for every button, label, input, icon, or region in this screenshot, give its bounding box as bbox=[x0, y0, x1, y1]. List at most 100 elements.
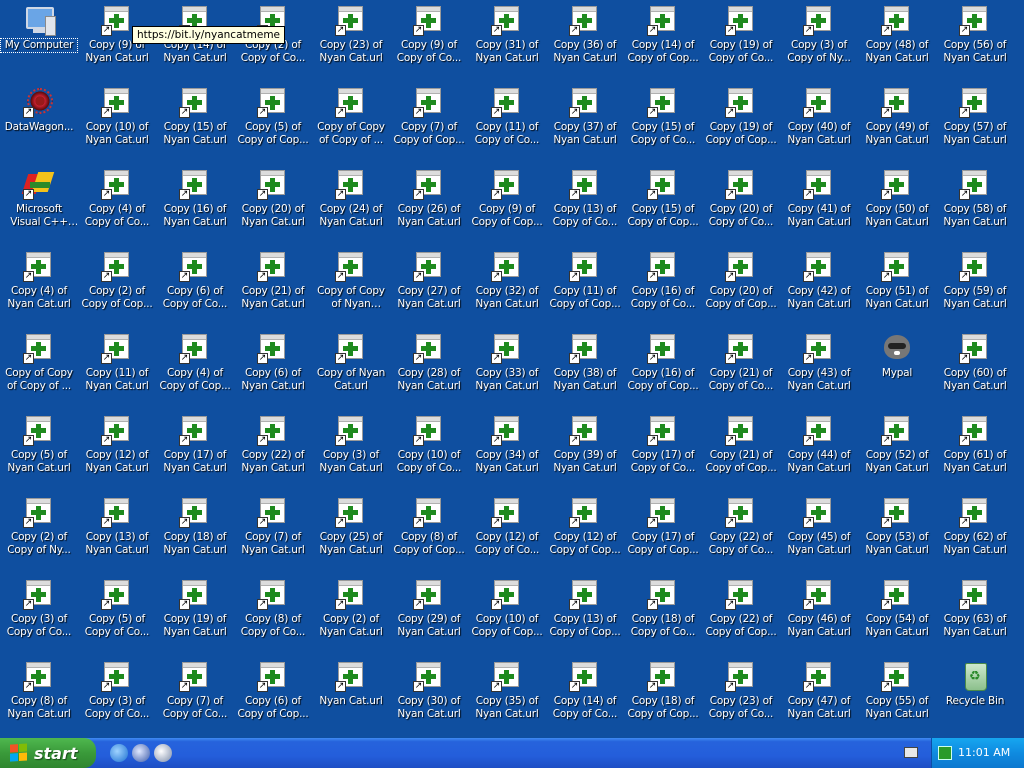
desktop-icon-copy-14-of-copy-of-co[interactable]: ↗ Copy (14) of Copy of Co... bbox=[546, 656, 624, 736]
desktop-icon-copy-31-of-nyan-cat-url[interactable]: ↗ Copy (31) of Nyan Cat.url bbox=[468, 0, 546, 80]
desktop-icon-copy-3-of-nyan-cat-url[interactable]: ↗ Copy (3) of Nyan Cat.url bbox=[312, 410, 390, 490]
desktop-icon-copy-52-of-nyan-cat-url[interactable]: ↗ Copy (52) of Nyan Cat.url bbox=[858, 410, 936, 490]
desktop-icon-copy-49-of-nyan-cat-url[interactable]: ↗ Copy (49) of Nyan Cat.url bbox=[858, 82, 936, 162]
desktop-icon-copy-7-of-copy-of-cop[interactable]: ↗ Copy (7) of Copy of Cop... bbox=[390, 82, 468, 162]
desktop-icon-copy-39-of-nyan-cat-url[interactable]: ↗ Copy (39) of Nyan Cat.url bbox=[546, 410, 624, 490]
desktop-icon-copy-6-of-copy-of-co[interactable]: ↗ Copy (6) of Copy of Co... bbox=[156, 246, 234, 326]
desktop-icon-copy-29-of-nyan-cat-url[interactable]: ↗ Copy (29) of Nyan Cat.url bbox=[390, 574, 468, 654]
desktop-icon-copy-19-of-nyan-cat-url[interactable]: ↗ Copy (19) of Nyan Cat.url bbox=[156, 574, 234, 654]
internet-explorer-icon[interactable] bbox=[110, 744, 128, 762]
desktop-icon-copy-3-of-copy-of-co[interactable]: ↗ Copy (3) of Copy of Co... bbox=[0, 574, 78, 654]
desktop-icon-copy-18-of-copy-of-cop[interactable]: ↗ Copy (18) of Copy of Cop... bbox=[624, 656, 702, 736]
desktop-icon-copy-36-of-nyan-cat-url[interactable]: ↗ Copy (36) of Nyan Cat.url bbox=[546, 0, 624, 80]
desktop-icon-copy-24-of-nyan-cat-url[interactable]: ↗ Copy (24) of Nyan Cat.url bbox=[312, 164, 390, 244]
desktop-icon-copy-4-of-copy-of-co[interactable]: ↗ Copy (4) of Copy of Co... bbox=[78, 164, 156, 244]
desktop-icon-copy-21-of-copy-of-co[interactable]: ↗ Copy (21) of Copy of Co... bbox=[702, 328, 780, 408]
desktop-icon-copy-13-of-nyan-cat-url[interactable]: ↗ Copy (13) of Nyan Cat.url bbox=[78, 492, 156, 572]
desktop-icon-copy-41-of-nyan-cat-url[interactable]: ↗ Copy (41) of Nyan Cat.url bbox=[780, 164, 858, 244]
desktop-icon-copy-30-of-nyan-cat-url[interactable]: ↗ Copy (30) of Nyan Cat.url bbox=[390, 656, 468, 736]
desktop-icon-copy-51-of-nyan-cat-url[interactable]: ↗ Copy (51) of Nyan Cat.url bbox=[858, 246, 936, 326]
desktop-icon-copy-22-of-copy-of-cop[interactable]: ↗ Copy (22) of Copy of Cop... bbox=[702, 574, 780, 654]
desktop-icon-copy-15-of-copy-of-cop[interactable]: ↗ Copy (15) of Copy of Cop... bbox=[624, 164, 702, 244]
desktop-icon-copy-59-of-nyan-cat-url[interactable]: ↗ Copy (59) of Nyan Cat.url bbox=[936, 246, 1014, 326]
desktop-icon-copy-15-of-nyan-cat-url[interactable]: ↗ Copy (15) of Nyan Cat.url bbox=[156, 82, 234, 162]
desktop-icon-copy-5-of-nyan-cat-url[interactable]: ↗ Copy (5) of Nyan Cat.url bbox=[0, 410, 78, 490]
desktop-icon-microsoft-visual-c-6-0[interactable]: ↗ Microsoft Visual C++ 6.0 bbox=[0, 164, 78, 244]
desktop-icon-copy-58-of-nyan-cat-url[interactable]: ↗ Copy (58) of Nyan Cat.url bbox=[936, 164, 1014, 244]
desktop-icon-copy-62-of-nyan-cat-url[interactable]: ↗ Copy (62) of Nyan Cat.url bbox=[936, 492, 1014, 572]
desktop-icon-copy-46-of-nyan-cat-url[interactable]: ↗ Copy (46) of Nyan Cat.url bbox=[780, 574, 858, 654]
desktop-icon-copy-16-of-copy-of-co[interactable]: ↗ Copy (16) of Copy of Co... bbox=[624, 246, 702, 326]
desktop-icon-copy-8-of-nyan-cat-url[interactable]: ↗ Copy (8) of Nyan Cat.url bbox=[0, 656, 78, 736]
desktop-icon-copy-16-of-copy-of-cop[interactable]: ↗ Copy (16) of Copy of Cop... bbox=[624, 328, 702, 408]
desktop-icon-copy-of-copy-of-nyan-cat-url[interactable]: ↗ Copy of Copy of Nyan Cat.url bbox=[312, 246, 390, 326]
desktop-icon-copy-7-of-copy-of-co[interactable]: ↗ Copy (7) of Copy of Co... bbox=[156, 656, 234, 736]
desktop-icon-copy-44-of-nyan-cat-url[interactable]: ↗ Copy (44) of Nyan Cat.url bbox=[780, 410, 858, 490]
desktop-icon-copy-7-of-nyan-cat-url[interactable]: ↗ Copy (7) of Nyan Cat.url bbox=[234, 492, 312, 572]
desktop-icon-copy-12-of-copy-of-cop[interactable]: ↗ Copy (12) of Copy of Cop... bbox=[546, 492, 624, 572]
desktop-icon-copy-56-of-nyan-cat-url[interactable]: ↗ Copy (56) of Nyan Cat.url bbox=[936, 0, 1014, 80]
media-player-icon[interactable] bbox=[132, 744, 150, 762]
desktop-icon-copy-12-of-nyan-cat-url[interactable]: ↗ Copy (12) of Nyan Cat.url bbox=[78, 410, 156, 490]
desktop-icon-copy-11-of-copy-of-cop[interactable]: ↗ Copy (11) of Copy of Cop... bbox=[546, 246, 624, 326]
desktop-icon-copy-11-of-copy-of-co[interactable]: ↗ Copy (11) of Copy of Co... bbox=[468, 82, 546, 162]
desktop-icon-copy-22-of-copy-of-co[interactable]: ↗ Copy (22) of Copy of Co... bbox=[702, 492, 780, 572]
desktop-icon-copy-19-of-copy-of-cop[interactable]: ↗ Copy (19) of Copy of Cop... bbox=[702, 82, 780, 162]
desktop-icon-copy-32-of-nyan-cat-url[interactable]: ↗ Copy (32) of Nyan Cat.url bbox=[468, 246, 546, 326]
desktop-icon-copy-23-of-nyan-cat-url[interactable]: ↗ Copy (23) of Nyan Cat.url bbox=[312, 0, 390, 80]
desktop-icon-copy-of-copy-of-copy-of[interactable]: ↗ Copy of Copy of Copy of ... bbox=[312, 82, 390, 162]
desktop-icon-copy-12-of-copy-of-co[interactable]: ↗ Copy (12) of Copy of Co... bbox=[468, 492, 546, 572]
desktop-icon-copy-21-of-copy-of-cop[interactable]: ↗ Copy (21) of Copy of Cop... bbox=[702, 410, 780, 490]
desktop-icon-copy-8-of-copy-of-co[interactable]: ↗ Copy (8) of Copy of Co... bbox=[234, 574, 312, 654]
desktop-icon-copy-3-of-copy-of-co[interactable]: ↗ Copy (3) of Copy of Co... bbox=[78, 656, 156, 736]
desktop-icon-nyan-cat-url[interactable]: ↗ Nyan Cat.url bbox=[312, 656, 390, 736]
desktop-icon-datawagon[interactable]: ↗ DataWagon... bbox=[0, 82, 78, 162]
desktop-icon-copy-19-of-copy-of-co[interactable]: ↗ Copy (19) of Copy of Co... bbox=[702, 0, 780, 80]
desktop-icon-copy-22-of-nyan-cat-url[interactable]: ↗ Copy (22) of Nyan Cat.url bbox=[234, 410, 312, 490]
desktop-icon-copy-28-of-nyan-cat-url[interactable]: ↗ Copy (28) of Nyan Cat.url bbox=[390, 328, 468, 408]
desktop-icon-copy-16-of-nyan-cat-url[interactable]: ↗ Copy (16) of Nyan Cat.url bbox=[156, 164, 234, 244]
desktop-icon-copy-43-of-nyan-cat-url[interactable]: ↗ Copy (43) of Nyan Cat.url bbox=[780, 328, 858, 408]
desktop-icon-copy-42-of-nyan-cat-url[interactable]: ↗ Copy (42) of Nyan Cat.url bbox=[780, 246, 858, 326]
desktop-icon-copy-2-of-copy-of-cop[interactable]: ↗ Copy (2) of Copy of Cop... bbox=[78, 246, 156, 326]
desktop-icon-copy-17-of-nyan-cat-url[interactable]: ↗ Copy (17) of Nyan Cat.url bbox=[156, 410, 234, 490]
desktop-icon-copy-54-of-nyan-cat-url[interactable]: ↗ Copy (54) of Nyan Cat.url bbox=[858, 574, 936, 654]
desktop-icon-copy-55-of-nyan-cat-url[interactable]: ↗ Copy (55) of Nyan Cat.url bbox=[858, 656, 936, 736]
safely-remove-hardware-icon[interactable] bbox=[938, 746, 952, 760]
desktop-icon-copy-27-of-nyan-cat-url[interactable]: ↗ Copy (27) of Nyan Cat.url bbox=[390, 246, 468, 326]
desktop-icon-copy-11-of-nyan-cat-url[interactable]: ↗ Copy (11) of Nyan Cat.url bbox=[78, 328, 156, 408]
desktop-icon-recycle-bin[interactable]: Recycle Bin bbox=[936, 656, 1014, 736]
desktop-icon-copy-13-of-copy-of-cop[interactable]: ↗ Copy (13) of Copy of Cop... bbox=[546, 574, 624, 654]
desktop-icon-copy-20-of-copy-of-co[interactable]: ↗ Copy (20) of Copy of Co... bbox=[702, 164, 780, 244]
keyboard-icon[interactable] bbox=[904, 747, 918, 758]
desktop-icon-copy-40-of-nyan-cat-url[interactable]: ↗ Copy (40) of Nyan Cat.url bbox=[780, 82, 858, 162]
desktop-icon-copy-9-of-copy-of-cop[interactable]: ↗ Copy (9) of Copy of Cop... bbox=[468, 164, 546, 244]
desktop-icon-copy-10-of-copy-of-cop[interactable]: ↗ Copy (10) of Copy of Cop... bbox=[468, 574, 546, 654]
desktop-icon-copy-26-of-nyan-cat-url[interactable]: ↗ Copy (26) of Nyan Cat.url bbox=[390, 164, 468, 244]
desktop-icon-copy-35-of-nyan-cat-url[interactable]: ↗ Copy (35) of Nyan Cat.url bbox=[468, 656, 546, 736]
desktop-icon-copy-50-of-nyan-cat-url[interactable]: ↗ Copy (50) of Nyan Cat.url bbox=[858, 164, 936, 244]
desktop-icon-copy-37-of-nyan-cat-url[interactable]: ↗ Copy (37) of Nyan Cat.url bbox=[546, 82, 624, 162]
desktop-icon-mypal[interactable]: Mypal bbox=[858, 328, 936, 408]
start-button[interactable]: start bbox=[0, 738, 96, 768]
desktop-icon-copy-8-of-copy-of-cop[interactable]: ↗ Copy (8) of Copy of Cop... bbox=[390, 492, 468, 572]
desktop-icon-copy-4-of-copy-of-cop[interactable]: ↗ Copy (4) of Copy of Cop... bbox=[156, 328, 234, 408]
desktop-icon-copy-48-of-nyan-cat-url[interactable]: ↗ Copy (48) of Nyan Cat.url bbox=[858, 0, 936, 80]
desktop-icon-copy-34-of-nyan-cat-url[interactable]: ↗ Copy (34) of Nyan Cat.url bbox=[468, 410, 546, 490]
desktop-icon-copy-3-of-copy-of-ny[interactable]: ↗ Copy (3) of Copy of Ny... bbox=[780, 0, 858, 80]
desktop-icon-copy-6-of-copy-of-cop[interactable]: ↗ Copy (6) of Copy of Cop... bbox=[234, 656, 312, 736]
desktop-icon-my-computer[interactable]: My Computer bbox=[0, 0, 78, 80]
desktop-icon-copy-20-of-nyan-cat-url[interactable]: ↗ Copy (20) of Nyan Cat.url bbox=[234, 164, 312, 244]
desktop-icon-copy-10-of-nyan-cat-url[interactable]: ↗ Copy (10) of Nyan Cat.url bbox=[78, 82, 156, 162]
desktop-icon-copy-5-of-copy-of-co[interactable]: ↗ Copy (5) of Copy of Co... bbox=[78, 574, 156, 654]
desktop-icon-copy-20-of-copy-of-cop[interactable]: ↗ Copy (20) of Copy of Cop... bbox=[702, 246, 780, 326]
desktop-icon-copy-15-of-copy-of-co[interactable]: ↗ Copy (15) of Copy of Co... bbox=[624, 82, 702, 162]
desktop-icon-copy-25-of-nyan-cat-url[interactable]: ↗ Copy (25) of Nyan Cat.url bbox=[312, 492, 390, 572]
clock[interactable]: 11:01 AM bbox=[958, 738, 1010, 768]
desktop-icon-copy-2-of-copy-of-ny[interactable]: ↗ Copy (2) of Copy of Ny... bbox=[0, 492, 78, 572]
desktop-icon-copy-53-of-nyan-cat-url[interactable]: ↗ Copy (53) of Nyan Cat.url bbox=[858, 492, 936, 572]
desktop-icon-copy-10-of-copy-of-co[interactable]: ↗ Copy (10) of Copy of Co... bbox=[390, 410, 468, 490]
desktop-icon-copy-6-of-nyan-cat-url[interactable]: ↗ Copy (6) of Nyan Cat.url bbox=[234, 328, 312, 408]
desktop-icon-copy-57-of-nyan-cat-url[interactable]: ↗ Copy (57) of Nyan Cat.url bbox=[936, 82, 1014, 162]
desktop-icon-copy-21-of-nyan-cat-url[interactable]: ↗ Copy (21) of Nyan Cat.url bbox=[234, 246, 312, 326]
